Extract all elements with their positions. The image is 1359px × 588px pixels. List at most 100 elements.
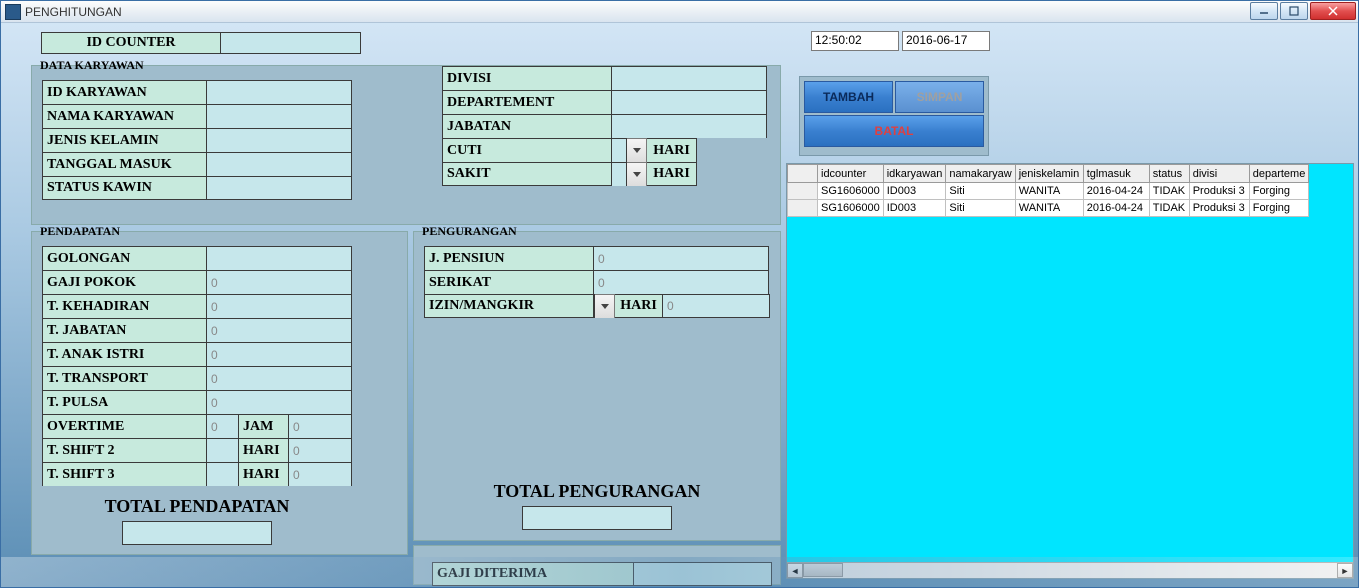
tambah-button[interactable]: TAMBAH xyxy=(804,81,893,113)
overtime-val[interactable]: 0 xyxy=(289,414,352,438)
grid-cell[interactable]: TIDAK xyxy=(1149,183,1189,200)
id-karyawan-label: ID KARYAWAN xyxy=(42,80,207,104)
jpensiun-input[interactable]: 0 xyxy=(594,246,769,270)
shift2-val[interactable]: 0 xyxy=(289,438,352,462)
shift3-unit: HARI xyxy=(239,462,289,486)
grid-header[interactable]: namakaryaw xyxy=(946,165,1015,183)
grid-cell[interactable]: ID003 xyxy=(883,200,946,217)
grid-cell[interactable]: ID003 xyxy=(883,183,946,200)
grid-header[interactable]: status xyxy=(1149,165,1189,183)
tgl-input[interactable] xyxy=(207,152,352,176)
pengurangan-fieldset: PENGURANGAN J. PENSIUN0 SERIKAT0 IZIN/MA… xyxy=(413,231,781,541)
cuti-hari-label: HARI xyxy=(647,138,697,162)
table-row[interactable]: SG1606000ID003SitiWANITA2016-04-24TIDAKP… xyxy=(788,200,1309,217)
jk-input[interactable] xyxy=(207,128,352,152)
shift2-label: T. SHIFT 2 xyxy=(42,438,207,462)
window-title: PENGHITUNGAN xyxy=(25,5,122,19)
grid-cell[interactable]: SG1606000 xyxy=(818,200,884,217)
shift3-label: T. SHIFT 3 xyxy=(42,462,207,486)
data-karyawan-fieldset: DATA KARYAWAN ID KARYAWAN NAMA KARYAWAN … xyxy=(31,65,781,225)
sakit-dropdown-icon[interactable] xyxy=(627,162,647,186)
data-grid[interactable]: idcounteridkaryawannamakaryawjeniskelami… xyxy=(786,163,1354,579)
grid-header[interactable]: jeniskelamin xyxy=(1015,165,1083,183)
overtime-unit: JAM xyxy=(239,414,289,438)
grid-cell[interactable]: Forging xyxy=(1249,200,1309,217)
kehadiran-input[interactable]: 0 xyxy=(207,294,352,318)
grid-cell[interactable]: 2016-04-24 xyxy=(1083,183,1149,200)
grid-header[interactable]: idcounter xyxy=(818,165,884,183)
dept-label: DEPARTEMENT xyxy=(442,90,612,114)
grid-cell[interactable]: Siti xyxy=(946,183,1015,200)
grid-cell[interactable] xyxy=(788,183,818,200)
grid-header[interactable]: idkaryawan xyxy=(883,165,946,183)
pulsa-label: T. PULSA xyxy=(42,390,207,414)
grid-cell[interactable] xyxy=(788,200,818,217)
app-icon xyxy=(5,4,21,20)
button-panel: TAMBAH SIMPAN BATAL xyxy=(799,76,989,156)
titlebar: PENGHITUNGAN xyxy=(1,1,1358,23)
status-input[interactable] xyxy=(207,176,352,200)
cuti-combo[interactable] xyxy=(612,138,627,162)
minimize-button[interactable] xyxy=(1250,2,1278,20)
id-counter-group: ID COUNTER xyxy=(41,32,361,54)
total-pengurangan-input[interactable] xyxy=(522,506,672,530)
overtime-label: OVERTIME xyxy=(42,414,207,438)
id-counter-input[interactable] xyxy=(221,32,361,54)
grid-cell[interactable]: Produksi 3 xyxy=(1189,200,1249,217)
shift3-qty[interactable] xyxy=(207,462,239,486)
gaji-pokok-input[interactable]: 0 xyxy=(207,270,352,294)
nama-input[interactable] xyxy=(207,104,352,128)
nama-label: NAMA KARYAWAN xyxy=(42,104,207,128)
jabatan-input[interactable] xyxy=(612,114,767,138)
grid-header[interactable]: tglmasuk xyxy=(1083,165,1149,183)
pendapatan-title: PENDAPATAN xyxy=(38,224,122,239)
izin-label: IZIN/MANGKIR xyxy=(424,294,594,318)
divisi-input[interactable] xyxy=(612,66,767,90)
shift2-qty[interactable] xyxy=(207,438,239,462)
izin-val[interactable]: 0 xyxy=(663,294,770,318)
batal-button[interactable]: BATAL xyxy=(804,115,984,147)
grid-cell[interactable]: 2016-04-24 xyxy=(1083,200,1149,217)
jabatan-t-input[interactable]: 0 xyxy=(207,318,352,342)
grid-cell[interactable]: WANITA xyxy=(1015,183,1083,200)
grid-cell[interactable]: SG1606000 xyxy=(818,183,884,200)
shift2-unit: HARI xyxy=(239,438,289,462)
golongan-label: GOLONGAN xyxy=(42,246,207,270)
grid-cell[interactable]: TIDAK xyxy=(1149,200,1189,217)
time-display: 12:50:02 xyxy=(811,31,899,51)
table-row[interactable]: SG1606000ID003SitiWANITA2016-04-24TIDAKP… xyxy=(788,183,1309,200)
grid-cell[interactable]: Siti xyxy=(946,200,1015,217)
grid-cell[interactable]: Forging xyxy=(1249,183,1309,200)
anak-input[interactable]: 0 xyxy=(207,342,352,366)
sakit-combo[interactable] xyxy=(612,162,627,186)
anak-label: T. ANAK ISTRI xyxy=(42,342,207,366)
cuti-dropdown-icon[interactable] xyxy=(627,138,647,162)
shift3-val[interactable]: 0 xyxy=(289,462,352,486)
maximize-button[interactable] xyxy=(1280,2,1308,20)
total-pendapatan-input[interactable] xyxy=(122,521,272,545)
golongan-input[interactable] xyxy=(207,246,352,270)
scroll-right-icon[interactable]: ► xyxy=(1337,563,1353,578)
horizontal-scrollbar[interactable]: ◄ ► xyxy=(787,562,1353,578)
scroll-left-icon[interactable]: ◄ xyxy=(787,563,803,578)
grid-header[interactable]: departeme xyxy=(1249,165,1309,183)
serikat-input[interactable]: 0 xyxy=(594,270,769,294)
grid-header[interactable]: divisi xyxy=(1189,165,1249,183)
grid-table[interactable]: idcounteridkaryawannamakaryawjeniskelami… xyxy=(787,164,1309,217)
overtime-qty[interactable]: 0 xyxy=(207,414,239,438)
grid-header[interactable] xyxy=(788,165,818,183)
izin-hari-label: HARI xyxy=(615,294,663,318)
pulsa-input[interactable]: 0 xyxy=(207,390,352,414)
grid-cell[interactable]: WANITA xyxy=(1015,200,1083,217)
transport-input[interactable]: 0 xyxy=(207,366,352,390)
dept-input[interactable] xyxy=(612,90,767,114)
pendapatan-fieldset: PENDAPATAN GOLONGAN GAJI POKOK0 T. KEHAD… xyxy=(31,231,408,555)
izin-dropdown-icon[interactable] xyxy=(595,294,615,318)
app-window: PENGHITUNGAN ID COUNTER 12:50:02 2016-06… xyxy=(0,0,1359,588)
close-button[interactable] xyxy=(1310,2,1356,20)
grid-cell[interactable]: Produksi 3 xyxy=(1189,183,1249,200)
id-karyawan-input[interactable] xyxy=(207,80,352,104)
gaji-diterima-input[interactable] xyxy=(634,562,772,586)
simpan-button[interactable]: SIMPAN xyxy=(895,81,984,113)
scroll-thumb[interactable] xyxy=(803,563,843,577)
